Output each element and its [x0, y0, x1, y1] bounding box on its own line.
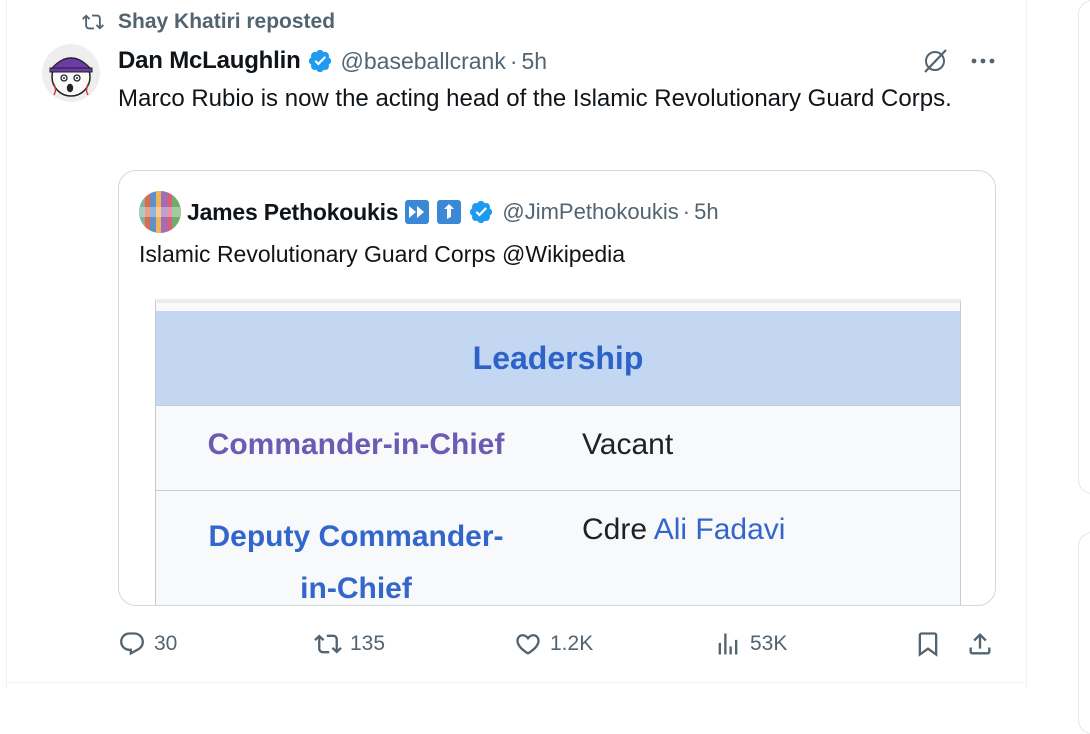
heart-icon — [516, 634, 540, 655]
wiki-row-label-line: in-Chief — [300, 572, 412, 605]
more-options-icon[interactable] — [966, 46, 1000, 76]
bookmark-button[interactable] — [914, 626, 942, 662]
repost-icon — [314, 634, 342, 654]
repost-button[interactable]: 135 — [314, 626, 385, 662]
quoted-tweet-timestamp[interactable]: 5h — [694, 199, 718, 225]
like-count: 1.2K — [550, 632, 594, 655]
sidebar-card-edge — [1078, 532, 1090, 734]
wiki-row-label-line: Deputy Commander- — [208, 520, 504, 553]
share-button[interactable] — [966, 626, 994, 662]
quoted-author-name[interactable]: James Pethokoukis — [187, 199, 399, 226]
wiki-value-link: Ali Fadavi — [653, 513, 786, 546]
wiki-row-value: Cdre Ali Fadavi — [582, 513, 785, 547]
analytics-icon — [718, 633, 738, 655]
author-avatar[interactable] — [42, 44, 100, 102]
timeline-left-border — [6, 0, 7, 688]
wiki-infobox-header: Leadership — [156, 311, 960, 405]
verified-badge-icon[interactable] — [468, 199, 494, 225]
repost-text: Shay Khatiri reposted — [118, 10, 336, 33]
grok-icon[interactable] — [920, 46, 950, 76]
views-button[interactable]: 53K — [714, 626, 787, 662]
verified-badge-icon[interactable] — [307, 48, 333, 74]
separator-dot: · — [682, 199, 691, 224]
like-button[interactable]: 1.2K — [514, 626, 593, 662]
quoted-author-avatar[interactable] — [139, 191, 181, 233]
reply-count: 30 — [154, 632, 178, 655]
tweet-actions: 30 135 1.2K 53K — [118, 626, 998, 662]
fast-forward-icon — [405, 200, 430, 224]
wiki-row-label: Deputy Commander- in-Chief — [156, 511, 556, 605]
wiki-value-prefix: Cdre — [582, 513, 648, 546]
bookmark-icon — [918, 632, 938, 657]
quoted-tweet-header: James Pethokoukis @JimPethokoukis · 5h — [187, 195, 719, 229]
repost-context[interactable]: Shay Khatiri reposted — [82, 9, 335, 35]
tweet-header: Dan McLaughlin @baseballcrank · 5h — [118, 44, 547, 78]
wiki-row-value: Vacant — [582, 428, 674, 461]
repost-icon — [82, 14, 104, 30]
quoted-tweet[interactable]: James Pethokoukis @JimPethokoukis · 5h I… — [118, 170, 996, 606]
share-icon — [969, 633, 991, 655]
timeline-right-border — [1026, 0, 1027, 688]
separator-dot: · — [509, 47, 518, 74]
author-name[interactable]: Dan McLaughlin — [118, 47, 301, 75]
tweet-divider — [6, 682, 1026, 683]
wiki-infobox-row: Commander-in-Chief Vacant — [156, 405, 960, 491]
sidebar-card-edge — [1078, 0, 1090, 494]
quoted-tweet-text: Islamic Revolutionary Guard Corps @Wikip… — [139, 241, 626, 267]
arrow-up-curve-icon — [437, 200, 462, 224]
author-handle[interactable]: @baseballcrank — [341, 48, 506, 75]
wiki-row-label: Commander-in-Chief — [207, 428, 505, 461]
quoted-author-handle[interactable]: @JimPethokoukis — [502, 199, 678, 225]
views-count: 53K — [750, 632, 788, 655]
repost-count: 135 — [350, 632, 386, 655]
reply-button[interactable]: 30 — [118, 626, 177, 662]
reply-icon — [120, 632, 144, 656]
tweet-timestamp[interactable]: 5h — [522, 48, 548, 75]
quoted-tweet-image[interactable]: Leadership Commander-in-Chief Vacant Dep… — [155, 299, 961, 605]
tweet-text: Marco Rubio is now the acting head of th… — [118, 85, 952, 112]
